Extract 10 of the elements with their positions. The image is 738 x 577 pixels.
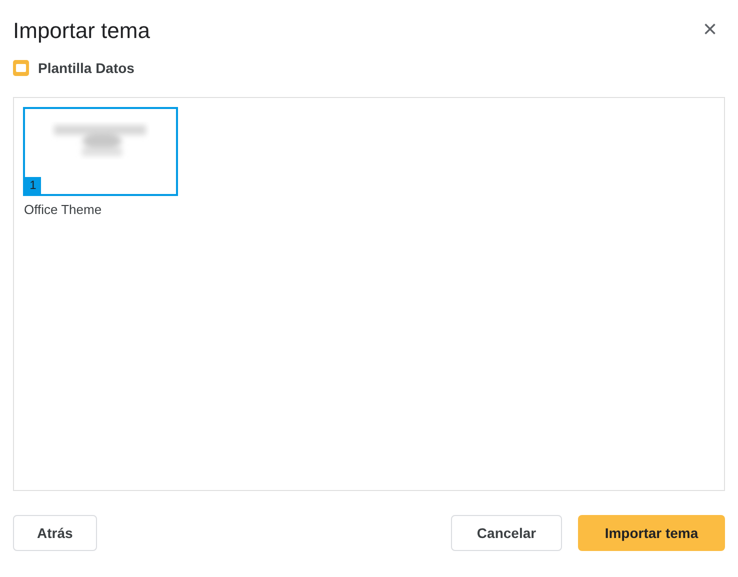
dialog-title: Importar tema <box>13 16 150 45</box>
import-theme-button[interactable]: Importar tema <box>578 515 725 551</box>
slides-file-icon <box>13 60 29 76</box>
file-name: Plantilla Datos <box>38 58 134 78</box>
cancel-button[interactable]: Cancelar <box>451 515 562 551</box>
slide-number: 1 <box>25 177 41 194</box>
theme-thumbnail[interactable]: 1 <box>23 107 178 196</box>
theme-name: Office Theme <box>23 201 103 219</box>
back-button[interactable]: Atrás <box>13 515 97 551</box>
close-button[interactable]: × <box>698 18 722 42</box>
